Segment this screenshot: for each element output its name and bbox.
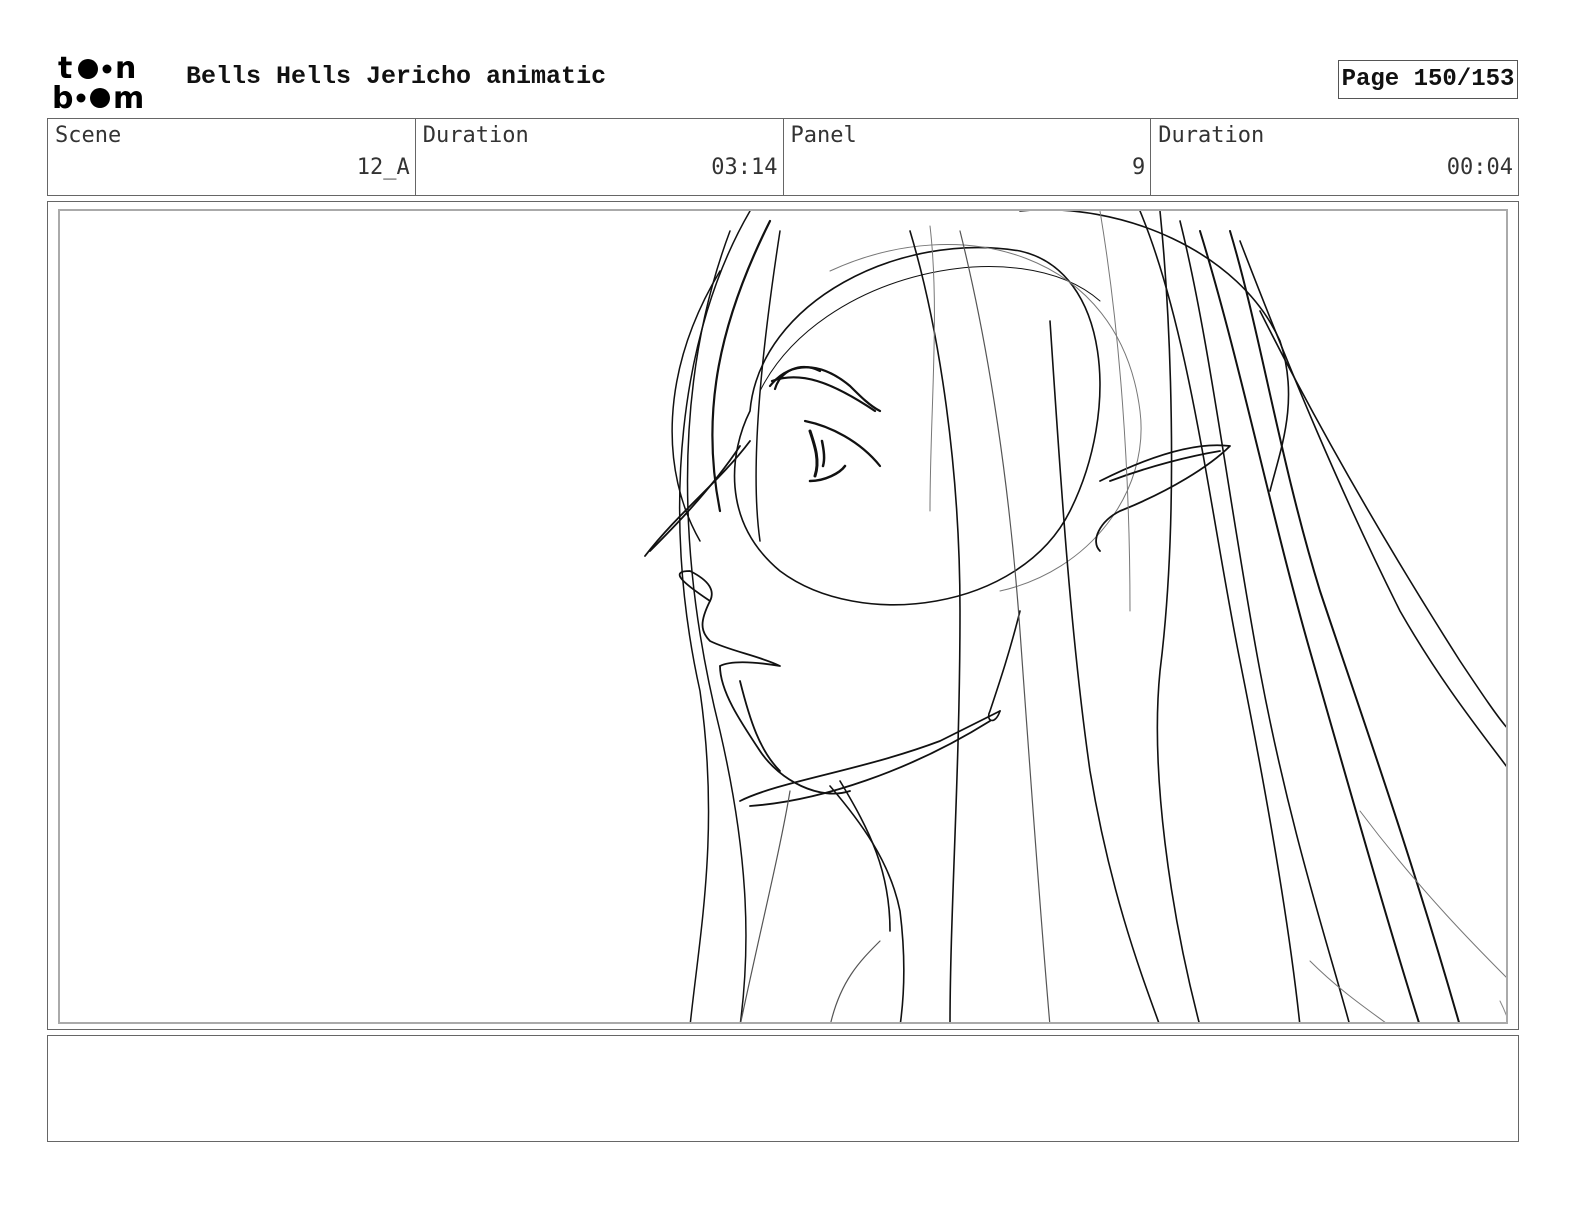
panel-notes-box <box>47 1035 1519 1142</box>
svg-text:b: b <box>52 81 73 112</box>
panel-duration-label: Duration <box>1158 123 1265 148</box>
toon-boom-logo: t n b m <box>52 50 164 116</box>
panel-value: 9 <box>1132 155 1146 180</box>
scene-duration-cell: Duration 03:14 <box>416 119 784 195</box>
scene-duration-value: 03:14 <box>711 155 778 180</box>
pointed-ear <box>1095 444 1231 552</box>
hair-strands-left <box>671 211 781 1022</box>
page-number-badge: Page 150/153 <box>1338 60 1518 99</box>
toon-boom-logo-mark: t n b m <box>52 51 144 116</box>
hair-strands-center <box>909 225 1160 1022</box>
document-title: Bells Hells Jericho animatic <box>186 62 607 91</box>
scene-label: Scene <box>55 123 122 148</box>
eye-and-brow <box>768 365 882 483</box>
scene-duration-label: Duration <box>422 123 529 148</box>
head-construction-circle <box>733 244 1142 606</box>
panel-duration-value: 00:04 <box>1446 155 1513 180</box>
storyboard-panel-frame <box>47 201 1519 1030</box>
svg-text:m: m <box>113 81 144 112</box>
panel-duration-cell: Duration 00:04 <box>1151 119 1518 195</box>
panel-cell: Panel 9 <box>784 119 1152 195</box>
storyboard-panel-image <box>58 209 1508 1024</box>
sketch-drawing <box>644 211 1506 1022</box>
neck-lines <box>740 610 1021 1022</box>
scene-info-table: Scene 12_A Duration 03:14 Panel 9 Durati… <box>47 118 1519 196</box>
scene-value: 12_A <box>356 155 410 180</box>
scene-cell: Scene 12_A <box>48 119 416 195</box>
panel-label: Panel <box>790 123 857 148</box>
